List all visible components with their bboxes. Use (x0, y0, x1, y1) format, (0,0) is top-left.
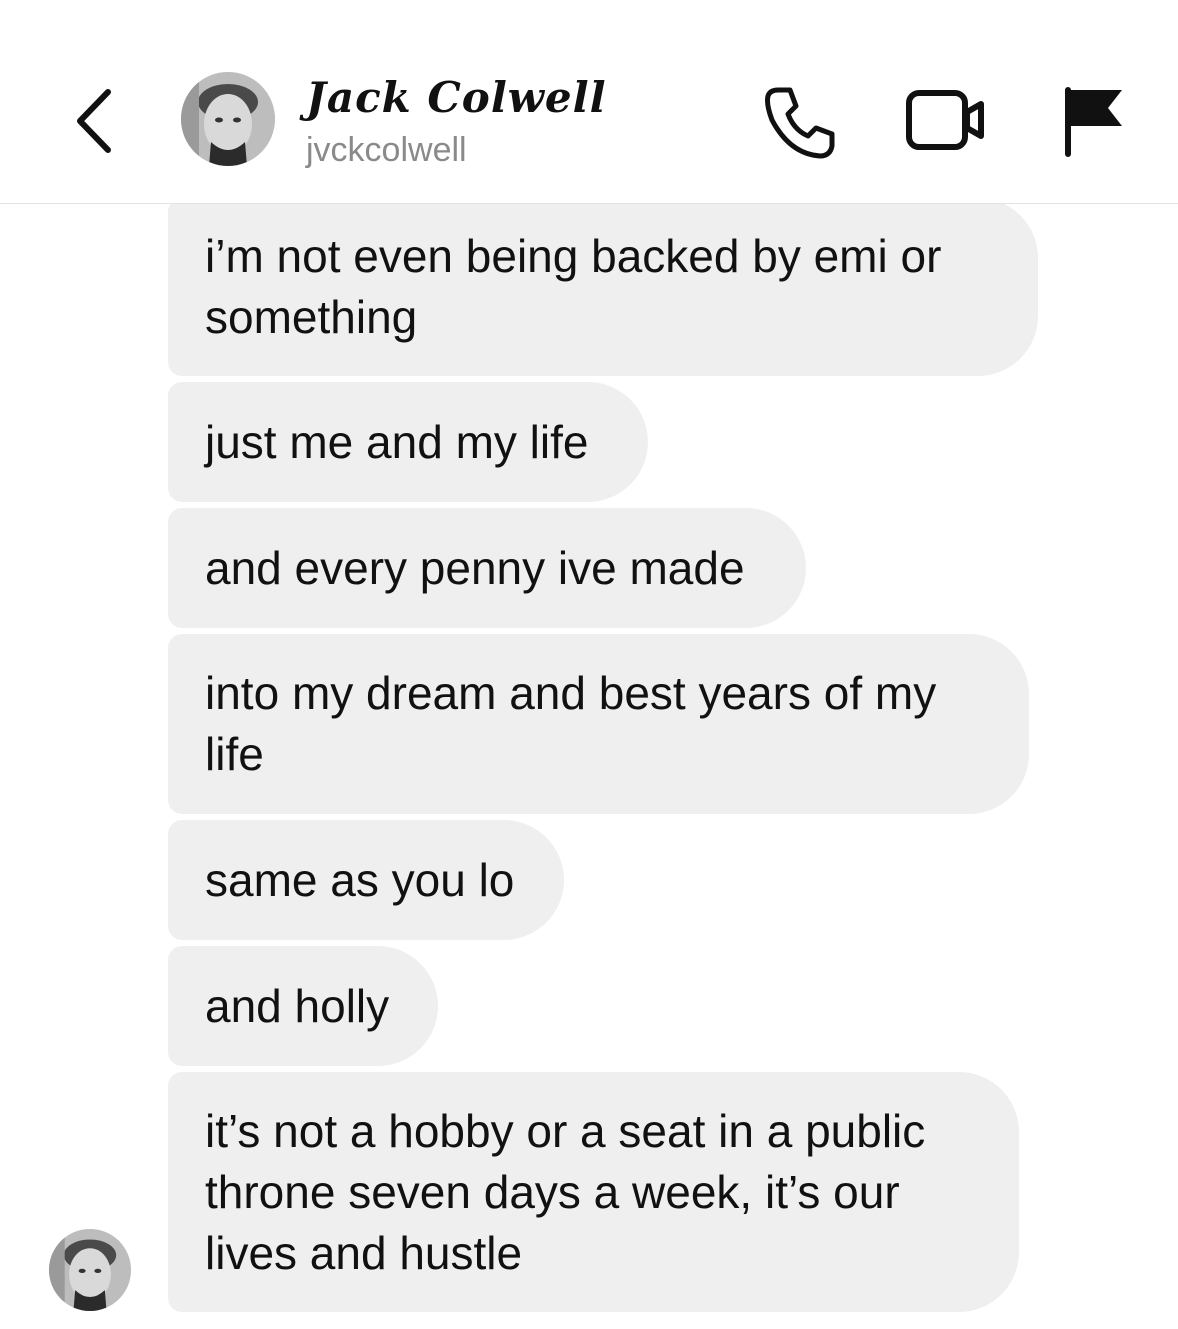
contact-username: jvckcolwell (306, 131, 467, 169)
phone-icon (765, 87, 835, 159)
message-bubble[interactable]: into my dream and best years of my life (168, 634, 1029, 814)
contact-display-name: Jack Colwell (306, 73, 607, 122)
message-thread: i’m not even being backed by emi or some… (0, 204, 1178, 1329)
chevron-left-icon (77, 89, 111, 153)
message-bubble[interactable]: same as you lo (168, 820, 564, 940)
message-text: it’s not a hobby or a seat in a public t… (205, 1104, 926, 1279)
avatar-photo (181, 72, 275, 166)
avatar-photo (49, 1229, 131, 1311)
sender-avatar[interactable] (49, 1229, 131, 1311)
message-bubble[interactable]: i’m not even being backed by emi or some… (168, 204, 1038, 376)
chat-header: Jack Colwell jvckcolwell (0, 0, 1178, 204)
audio-call-button[interactable] (760, 82, 840, 162)
profile-avatar[interactable] (181, 72, 275, 166)
message-text: and holly (205, 979, 390, 1032)
message-bubble[interactable]: just me and my life (168, 382, 648, 502)
message-bubble[interactable]: and holly (168, 946, 438, 1066)
conversation-title[interactable]: Jack Colwell jvckcolwell (306, 72, 706, 172)
back-button[interactable] (70, 86, 124, 156)
message-text: just me and my life (205, 415, 589, 468)
message-text: same as you lo (205, 853, 515, 906)
message-text: into my dream and best years of my life (205, 667, 937, 780)
message-bubble[interactable]: it’s not a hobby or a seat in a public t… (168, 1072, 1019, 1312)
video-call-button[interactable] (905, 88, 989, 154)
flag-icon (1065, 87, 1122, 157)
message-text: and every penny ive made (205, 541, 745, 594)
message-bubble[interactable]: and every penny ive made (168, 508, 806, 628)
video-camera-icon (906, 90, 984, 150)
report-button[interactable] (1058, 84, 1128, 158)
message-text: i’m not even being backed by emi or some… (205, 230, 942, 343)
